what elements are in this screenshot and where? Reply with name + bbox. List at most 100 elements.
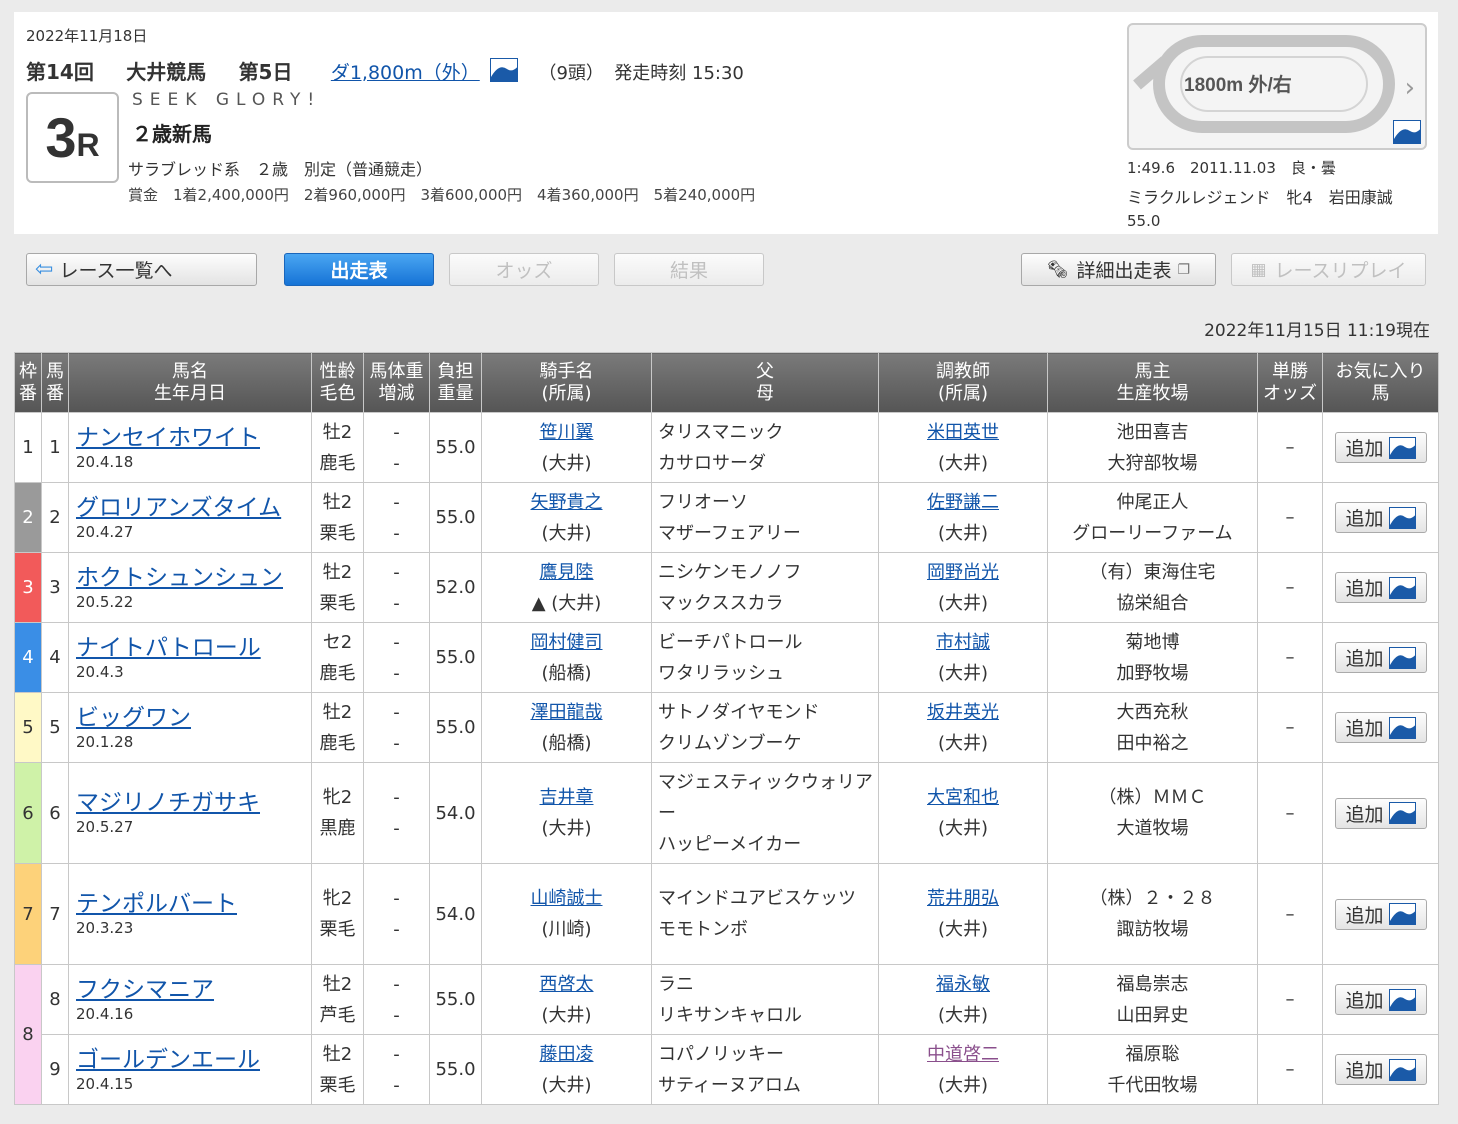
wave-logo-icon[interactable]: [490, 58, 519, 82]
horse-name-link[interactable]: ナイトパトロール: [76, 635, 261, 661]
owner-name: 菊地博: [1125, 631, 1180, 653]
jockey-link[interactable]: 山崎誠士: [531, 888, 603, 909]
updated-timestamp: 2022年11月15日 11:19現在: [1204, 321, 1430, 341]
distance-link[interactable]: ダ1,800m（外）: [331, 62, 480, 84]
add-favorite-button[interactable]: 追加: [1334, 642, 1427, 673]
trainer-link[interactable]: 岡野尚光: [927, 562, 999, 583]
trainer-link[interactable]: 米田英世: [927, 422, 999, 443]
tab-result[interactable]: 結果: [614, 253, 764, 286]
sire-name: サトノダイヤモンド: [658, 701, 820, 723]
jockey-link[interactable]: 澤田龍哉: [531, 702, 603, 723]
coat-color: 栗毛: [319, 919, 356, 940]
horse-cell: マジリノチガサキ 20.5.27: [68, 762, 312, 864]
carried-weight: 55.0: [429, 622, 482, 693]
sex-age-cell: 牡2 栗毛: [311, 1034, 364, 1105]
table-row: 1 1 ナンセイホワイト 20.4.18 牡2 鹿毛 - -55.0 笹川翼 (大井) タリスマニッ…: [14, 412, 1439, 483]
dam-name: カサロサーダ: [658, 452, 766, 474]
umaban-cell: 2: [41, 482, 69, 553]
meet-line: 第14回 大井競馬 第5日 ダ1,800m（外） （9頭） 発走時刻 15:30: [26, 56, 744, 86]
chevron-right-icon[interactable]: ›: [1405, 73, 1415, 103]
race-date: 2022年11月18日: [26, 27, 148, 45]
wave-logo-icon: [1388, 436, 1416, 459]
entry-table: 枠番 馬番 馬名 生年月日 性齢 毛色 馬体重 増減 負担 重量 騎手名 (所属) 父母 …: [14, 352, 1439, 1105]
jockey-link[interactable]: 吉井章: [540, 787, 594, 808]
breeder-name: グローリーファーム: [1072, 522, 1233, 544]
favorite-cell: 追加: [1322, 762, 1439, 864]
owner-cell: 福島崇志 山田昇史: [1047, 964, 1258, 1035]
sex-age: 牡2: [322, 491, 353, 513]
sex-age: 牡2: [322, 701, 353, 723]
trainer-link[interactable]: 荒井朋弘: [927, 888, 999, 909]
sex-age: 牡2: [322, 421, 353, 443]
horse-name-link[interactable]: ホクトシュンシュン: [76, 565, 283, 591]
carried-weight: 55.0: [429, 692, 482, 763]
jockey-link[interactable]: 岡村健司: [531, 632, 603, 653]
waku-cell: 7: [14, 863, 42, 965]
horse-name-link[interactable]: マジリノチガサキ: [76, 790, 260, 816]
add-favorite-button[interactable]: 追加: [1334, 797, 1427, 829]
bodyweight-diff: -: [393, 732, 400, 754]
jockey-link[interactable]: 西啓太: [540, 974, 594, 995]
jockey-link[interactable]: 藤田凌: [540, 1044, 594, 1065]
jockey-link[interactable]: 鷹見陸: [540, 562, 594, 583]
jockey-affiliation: ▲ (大井): [531, 592, 602, 614]
jockey-link[interactable]: 笹川翼: [540, 422, 594, 443]
trainer-link[interactable]: 福永敏: [936, 974, 990, 995]
horse-name-link[interactable]: グロリアンズタイム: [76, 495, 281, 521]
jockey-cell: 藤田凌 (大井): [481, 1034, 652, 1105]
horse-name-link[interactable]: フクシマニア: [76, 977, 214, 1003]
waku-cell: 6: [14, 762, 42, 864]
add-favorite-button[interactable]: 追加: [1334, 898, 1427, 930]
add-favorite-button[interactable]: 追加: [1334, 432, 1427, 463]
course-map[interactable]: 1800m 外/右 ›: [1127, 23, 1427, 150]
add-favorite-button[interactable]: 追加: [1334, 712, 1427, 743]
trainer-link[interactable]: 佐野謙二: [927, 492, 999, 513]
coat-color: 鹿毛: [319, 452, 356, 474]
umaban-cell: 8: [41, 964, 69, 1035]
jockey-link[interactable]: 矢野貴之: [531, 492, 603, 513]
add-favorite-button[interactable]: 追加: [1334, 1054, 1427, 1085]
owner-name: 仲尾正人: [1116, 491, 1189, 513]
horse-name-link[interactable]: ゴールデンエール: [76, 1047, 260, 1073]
bodyweight-diff: -: [393, 662, 400, 684]
trainer-link[interactable]: 坂井英光: [927, 702, 999, 723]
add-favorite-button[interactable]: 追加: [1334, 572, 1427, 603]
tab-odds[interactable]: オッズ: [449, 253, 599, 286]
breeder-name: 大道牧場: [1116, 818, 1189, 839]
horse-name-link[interactable]: テンポルバート: [76, 891, 237, 917]
favorite-cell: 追加: [1322, 412, 1439, 483]
dam-name: モモトンボ: [658, 919, 748, 940]
horse-name-link[interactable]: ビッグワン: [76, 705, 191, 731]
jockey-cell: 鷹見陸 ▲ (大井): [481, 552, 652, 623]
dam-name: クリムゾンブーケ: [658, 732, 802, 754]
pedigree-cell: マインドユアビスケッツ モモトンボ: [651, 863, 879, 965]
add-favorite-label: 追加: [1345, 438, 1384, 460]
back-to-race-list-button[interactable]: ⇦ レース一覧へ: [26, 253, 257, 286]
wave-logo-icon: [1388, 1058, 1416, 1081]
win-odds: –: [1257, 552, 1323, 623]
umaban-cell: 9: [41, 1034, 69, 1105]
umaban-cell: 4: [41, 622, 69, 693]
trainer-link[interactable]: 市村誠: [936, 632, 990, 653]
bodyweight: -: [393, 888, 400, 909]
trainer-cell: 岡野尚光 (大井): [878, 552, 1048, 623]
add-favorite-button[interactable]: 追加: [1334, 984, 1427, 1015]
race-replay-button[interactable]: ▦ レースリプレイ: [1231, 253, 1426, 286]
sex-age-cell: セ2 鹿毛: [311, 622, 364, 693]
carried-weight: 54.0: [429, 762, 482, 864]
pedigree-cell: コパノリッキー サティーヌアロム: [651, 1034, 879, 1105]
sire-name: フリオーソ: [658, 491, 748, 513]
detail-entry-button[interactable]: 🗞 詳細出走表 ❐: [1021, 253, 1216, 286]
wave-logo-icon[interactable]: [1393, 120, 1421, 144]
trainer-link[interactable]: 中道啓二: [927, 1044, 999, 1065]
horse-name-link[interactable]: ナンセイホワイト: [76, 425, 260, 451]
pedigree-cell: マジェスティックウォリアー ハッピーメイカー: [651, 762, 879, 864]
jockey-cell: 西啓太 (大井): [481, 964, 652, 1035]
sex-age-cell: 牡2 鹿毛: [311, 412, 364, 483]
trainer-link[interactable]: 大宮和也: [927, 787, 999, 808]
add-favorite-button[interactable]: 追加: [1334, 502, 1427, 533]
tab-entry[interactable]: 出走表: [284, 253, 434, 286]
bodyweight: -: [393, 701, 400, 723]
bodyweight-diff: -: [393, 1074, 400, 1096]
horse-cell: ビッグワン 20.1.28: [68, 692, 312, 763]
